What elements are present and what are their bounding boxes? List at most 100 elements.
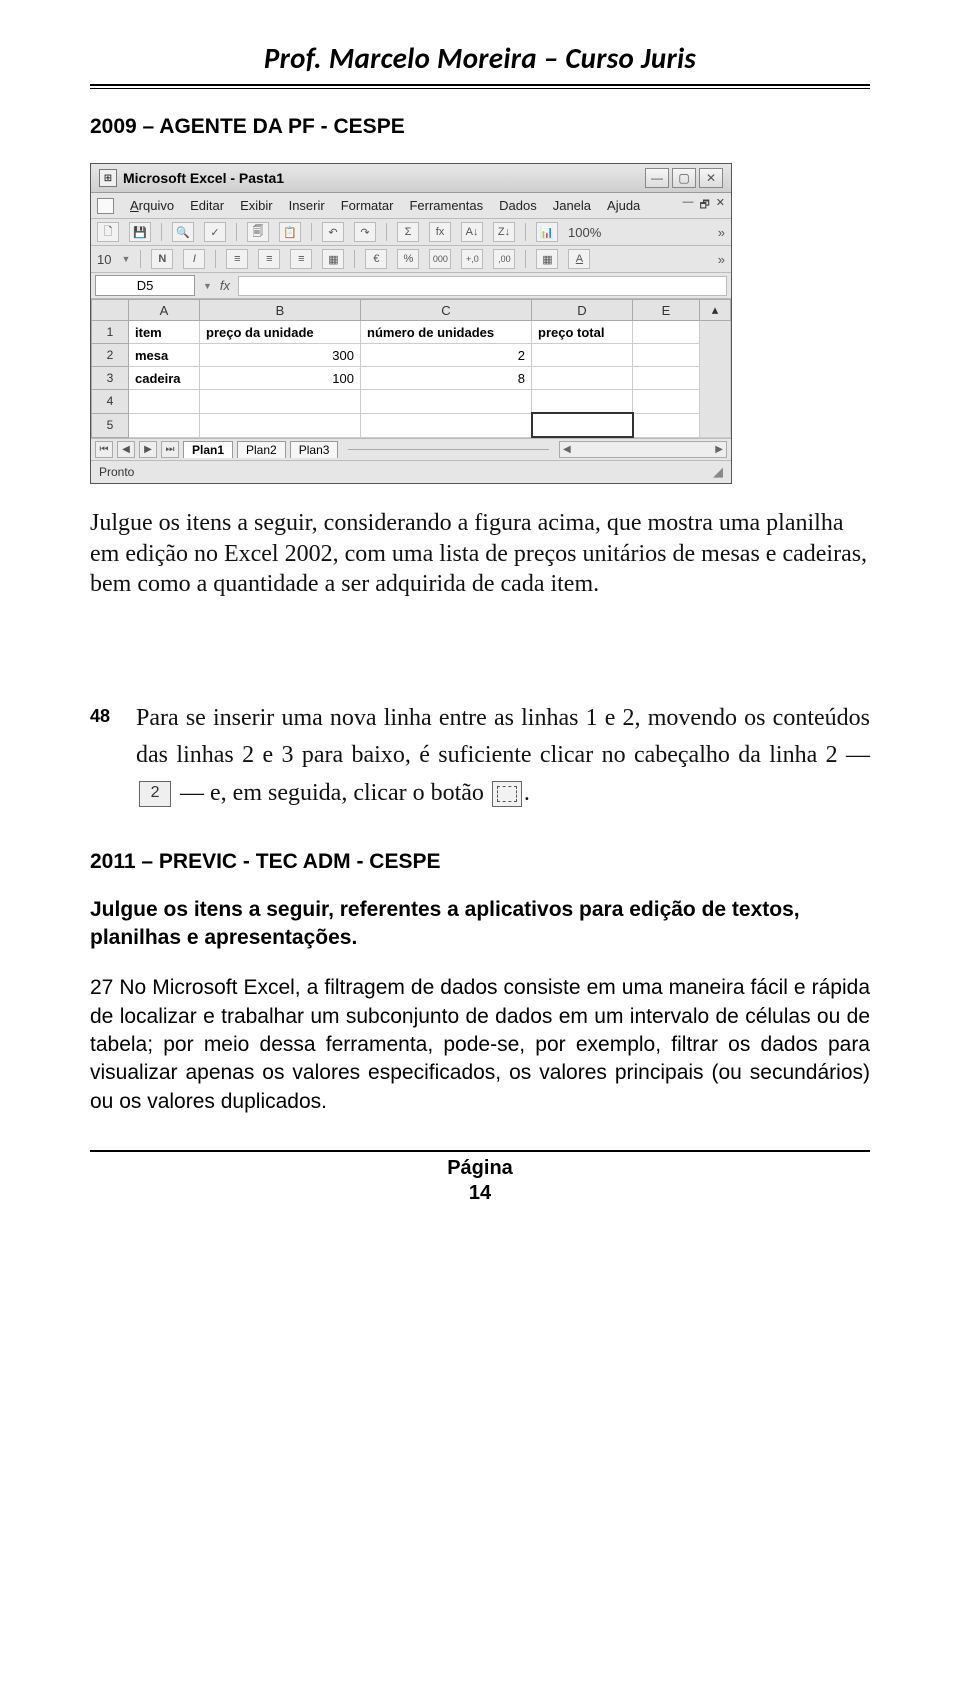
menu-dados[interactable]: Dados [499, 198, 537, 213]
sheet-nav-first-icon[interactable]: ⏮ [95, 441, 113, 458]
copy-icon[interactable]: 🗐 [247, 222, 269, 242]
save-icon[interactable]: 💾 [129, 222, 151, 242]
row-header-3[interactable]: 3 [92, 367, 129, 390]
align-left-icon[interactable]: ≡ [226, 249, 248, 269]
minimize-icon[interactable]: ― [645, 168, 669, 188]
maximize-icon[interactable]: ▢ [672, 168, 696, 188]
select-all-corner[interactable] [92, 300, 129, 321]
col-header-C[interactable]: C [361, 300, 532, 321]
sheet-nav-last-icon[interactable]: ⏭ [161, 441, 179, 458]
cell-E1[interactable] [633, 321, 700, 344]
cell-B4[interactable] [200, 390, 361, 414]
cell-B1[interactable]: preço da unidade [200, 321, 361, 344]
vscrollbar[interactable] [700, 321, 731, 438]
bold-icon[interactable]: N [151, 249, 173, 269]
new-icon[interactable]: 🗋 [97, 222, 119, 242]
cell-B2[interactable]: 300 [200, 344, 361, 367]
cell-D3[interactable] [532, 367, 633, 390]
toolbar-overflow-icon[interactable]: » [718, 252, 725, 267]
font-size-select[interactable]: 10 [97, 252, 111, 267]
cell-C3[interactable]: 8 [361, 367, 532, 390]
cell-A5[interactable] [129, 413, 200, 437]
function-icon[interactable]: fx [429, 222, 451, 242]
spellcheck-icon[interactable]: ✓ [204, 222, 226, 242]
cell-E4[interactable] [633, 390, 700, 414]
cell-A2[interactable]: mesa [129, 344, 200, 367]
font-color-icon[interactable]: A [568, 249, 590, 269]
cell-D4[interactable] [532, 390, 633, 414]
cell-C4[interactable] [361, 390, 532, 414]
sort-desc-icon[interactable]: Z↓ [493, 222, 515, 242]
zoom-value[interactable]: 100% [568, 225, 601, 240]
menu-ajuda[interactable]: Ajuda [607, 198, 640, 213]
question-48-body: Para se inserir uma nova linha entre as … [136, 700, 870, 812]
menu-inserir[interactable]: Inserir [289, 198, 325, 213]
redo-icon[interactable]: ↷ [354, 222, 376, 242]
chart-icon[interactable]: 📊 [536, 222, 558, 242]
col-header-E[interactable]: E [633, 300, 700, 321]
formula-input[interactable] [238, 276, 727, 296]
currency-icon[interactable]: € [365, 249, 387, 269]
chevron-down-icon[interactable]: ▼ [121, 254, 130, 264]
sheet-tab-plan1[interactable]: Plan1 [183, 441, 233, 458]
undo-icon[interactable]: ↶ [322, 222, 344, 242]
cell-E5[interactable] [633, 413, 700, 437]
row-header-5[interactable]: 5 [92, 413, 129, 437]
fx-label[interactable]: fx [220, 278, 230, 293]
hscrollbar[interactable]: ◀▶ [559, 441, 727, 458]
menu-formatar[interactable]: Formatar [341, 198, 394, 213]
menu-editar[interactable]: Editar [190, 198, 224, 213]
sheet-nav-prev-icon[interactable]: ◀ [117, 441, 135, 458]
resize-grip-icon[interactable]: ◢ [713, 464, 723, 480]
menu-arquivo[interactable]: Arquivo [130, 198, 174, 213]
increase-decimal-icon[interactable]: +,0 [461, 249, 483, 269]
sheet-tab-plan2[interactable]: Plan2 [237, 441, 286, 458]
cell-C1[interactable]: número de unidades [361, 321, 532, 344]
close-icon[interactable]: ✕ [699, 168, 723, 188]
menu-exibir[interactable]: Exibir [240, 198, 273, 213]
cell-E3[interactable] [633, 367, 700, 390]
sort-asc-icon[interactable]: A↓ [461, 222, 483, 242]
autosum-icon[interactable]: Σ [397, 222, 419, 242]
chevron-down-icon[interactable]: ▼ [203, 281, 212, 291]
cell-C2[interactable]: 2 [361, 344, 532, 367]
cell-D2[interactable] [532, 344, 633, 367]
doc-close-icon[interactable]: ✕ [716, 196, 725, 215]
borders-icon[interactable]: ▦ [536, 249, 558, 269]
col-header-A[interactable]: A [129, 300, 200, 321]
document-page: Prof. Marcelo Moreira – Curso Juris 2009… [0, 0, 960, 1236]
print-preview-icon[interactable]: 🔍 [172, 222, 194, 242]
menu-janela[interactable]: Janela [553, 198, 591, 213]
col-header-B[interactable]: B [200, 300, 361, 321]
cell-A3[interactable]: cadeira [129, 367, 200, 390]
cell-A1[interactable]: item [129, 321, 200, 344]
cell-B3[interactable]: 100 [200, 367, 361, 390]
col-header-D[interactable]: D [532, 300, 633, 321]
row-header-2[interactable]: 2 [92, 344, 129, 367]
decrease-decimal-icon[interactable]: ,00 [493, 249, 515, 269]
row-header-4[interactable]: 4 [92, 390, 129, 414]
doc-minimize-icon[interactable]: ― [682, 196, 693, 215]
cell-B5[interactable] [200, 413, 361, 437]
align-center-icon[interactable]: ≡ [258, 249, 280, 269]
cell-D1[interactable]: preço total [532, 321, 633, 344]
toolbar-overflow-icon[interactable]: » [718, 225, 725, 240]
merge-cells-icon[interactable]: ▦ [322, 249, 344, 269]
cell-D5-selected[interactable] [532, 413, 633, 437]
cell-C5[interactable] [361, 413, 532, 437]
paste-icon[interactable]: 📋 [279, 222, 301, 242]
cell-E2[interactable] [633, 344, 700, 367]
row-header-1[interactable]: 1 [92, 321, 129, 344]
align-right-icon[interactable]: ≡ [290, 249, 312, 269]
percent-icon[interactable]: % [397, 249, 419, 269]
sheet-tab-plan3[interactable]: Plan3 [290, 441, 339, 458]
name-box[interactable]: D5 [95, 275, 195, 296]
cell-A4[interactable] [129, 390, 200, 414]
italic-icon[interactable]: I [183, 249, 205, 269]
excel-formula-bar: D5 ▼ fx [91, 273, 731, 299]
menu-ferramentas[interactable]: Ferramentas [409, 198, 483, 213]
sheet-nav-next-icon[interactable]: ▶ [139, 441, 157, 458]
thousands-icon[interactable]: 000 [429, 249, 451, 269]
vscroll-up-icon[interactable]: ▴ [700, 300, 731, 321]
doc-restore-icon[interactable]: 🗗 [699, 196, 709, 215]
